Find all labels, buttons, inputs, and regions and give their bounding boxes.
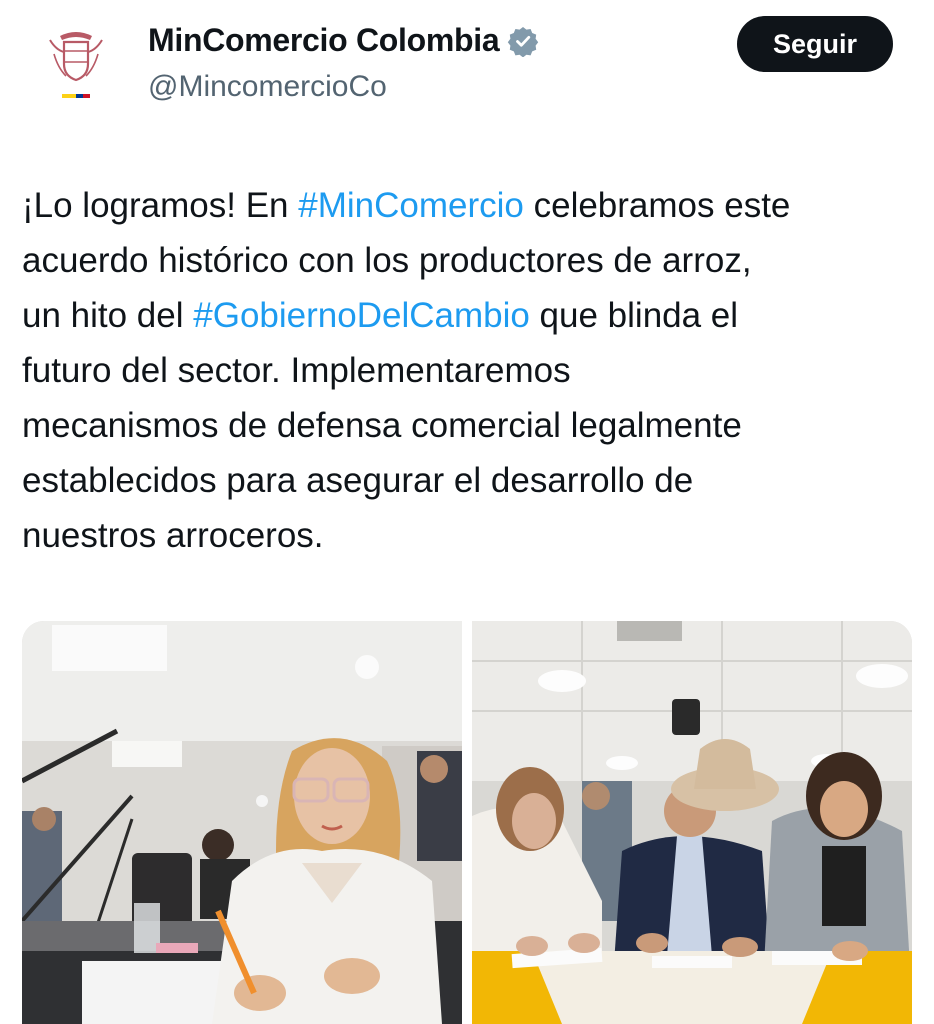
account-display-name[interactable]: MinComercio Colombia — [148, 22, 500, 59]
tweet-text-segment: celebramos este — [523, 186, 791, 225]
tweet-text-segment: establecidos para asegurar el desarrollo… — [22, 461, 694, 500]
verified-badge-icon — [507, 25, 539, 57]
account-name-row[interactable]: MinComercio Colombia — [148, 22, 539, 59]
tweet-text-line: ¡Lo logramos! En #MinComercio celebramos… — [22, 178, 922, 233]
tweet-text-line: establecidos para asegurar el desarrollo… — [22, 453, 922, 508]
hashtag-link[interactable]: #GobiernoDelCambio — [193, 296, 530, 335]
tweet-text: ¡Lo logramos! En #MinComercio celebramos… — [22, 178, 922, 563]
photo-group-signing-agreement[interactable] — [472, 621, 912, 1024]
hashtag-link[interactable]: #MinComercio — [298, 186, 524, 225]
tweet-text-segment: ¡Lo logramos! En — [22, 186, 299, 225]
tweet-text-line: nuestros arroceros. — [22, 508, 922, 563]
media-grid[interactable] — [22, 621, 912, 1024]
tweet-text-line: mecanismos de defensa comercial legalmen… — [22, 398, 922, 453]
tweet-text-line: futuro del sector. Implementaremos — [22, 343, 922, 398]
tweet-text-line: un hito del #GobiernoDelCambio que blind… — [22, 288, 922, 343]
follow-button[interactable]: Seguir — [737, 16, 893, 72]
colombia-coat-of-arms-icon — [49, 32, 103, 98]
tweet-header: MinComercio Colombia @MincomercioCo Segu… — [0, 0, 934, 130]
tweet-text-segment: acuerdo histórico con los productores de… — [22, 241, 752, 280]
tweet-text-segment: nuestros arroceros. — [22, 516, 324, 555]
photo-woman-signing-document[interactable] — [22, 621, 462, 1024]
tweet-text-segment: que blinda el — [529, 296, 739, 335]
tweet-text-segment: futuro del sector. Implementaremos — [22, 351, 571, 390]
tweet-text-segment: un hito del — [22, 296, 194, 335]
account-handle[interactable]: @MincomercioCo — [148, 70, 387, 104]
account-avatar[interactable] — [30, 14, 122, 106]
tweet-text-line: acuerdo histórico con los productores de… — [22, 233, 922, 288]
tweet-text-segment: mecanismos de defensa comercial legalmen… — [22, 406, 742, 445]
